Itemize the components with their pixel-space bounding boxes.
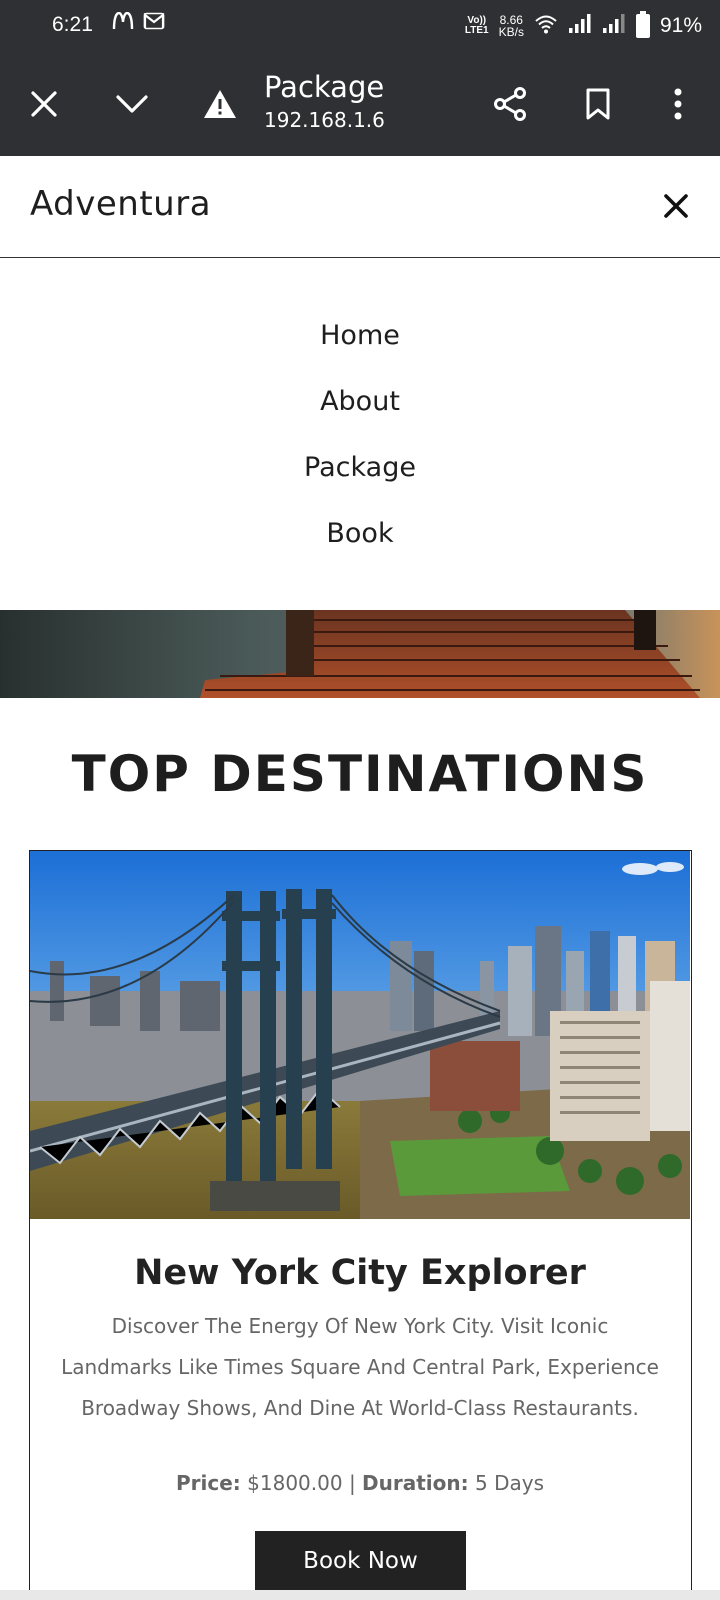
nav-item-book[interactable]: Book bbox=[0, 516, 720, 582]
book-now-button[interactable]: Book Now bbox=[255, 1531, 466, 1591]
battery-percent: 91% bbox=[659, 14, 702, 37]
volte-indicator: Vo)) LTE1 bbox=[464, 15, 489, 36]
site-header: Adventura bbox=[0, 156, 720, 258]
wifi-icon bbox=[534, 14, 558, 38]
browser-toolbar: Package 192.168.1.6 bbox=[0, 52, 720, 156]
nav-item-about[interactable]: About bbox=[0, 384, 720, 450]
battery-icon bbox=[635, 11, 650, 38]
nav-item-package[interactable]: Package bbox=[0, 450, 720, 516]
destination-card: New York City Explorer Discover The Ener… bbox=[29, 850, 692, 1600]
signal-icon-2 bbox=[602, 14, 626, 38]
chevron-down-icon[interactable] bbox=[110, 82, 154, 126]
status-time: 6:21 bbox=[52, 13, 93, 36]
warning-icon[interactable] bbox=[198, 82, 242, 126]
nav-menu: Home About Package Book bbox=[0, 318, 720, 582]
close-tab-icon[interactable] bbox=[22, 82, 66, 126]
card-title: New York City Explorer bbox=[134, 1253, 586, 1293]
mcdonalds-icon bbox=[112, 11, 134, 36]
brand-logo-text[interactable]: Adventura bbox=[30, 184, 211, 224]
bookmark-icon[interactable] bbox=[576, 82, 620, 126]
page-title: Package bbox=[264, 70, 385, 104]
close-menu-icon[interactable] bbox=[660, 190, 692, 222]
section-title: TOP DESTINATIONS bbox=[71, 745, 649, 803]
price-label: Price: bbox=[176, 1471, 241, 1495]
gesture-bar-area bbox=[0, 1590, 720, 1600]
network-speed: 8.66 KB/s bbox=[498, 13, 524, 39]
destination-image bbox=[30, 851, 690, 1219]
duration-value: 5 Days bbox=[468, 1471, 544, 1495]
url-host: 192.168.1.6 bbox=[264, 108, 385, 132]
price-value: $1800.00 | bbox=[240, 1471, 363, 1495]
status-bar: 6:21 Vo)) LTE1 8.66 KB/s 91% bbox=[0, 0, 720, 52]
share-icon[interactable] bbox=[488, 82, 532, 126]
more-options-icon[interactable] bbox=[656, 82, 700, 126]
card-description: Discover The Energy Of New York City. Vi… bbox=[61, 1314, 659, 1420]
hero-image bbox=[0, 610, 720, 698]
url-block[interactable]: Package 192.168.1.6 bbox=[264, 70, 385, 132]
card-meta: Price: $1800.00 | Duration: 5 Days bbox=[30, 1471, 690, 1495]
nav-item-home[interactable]: Home bbox=[0, 318, 720, 384]
duration-label: Duration: bbox=[362, 1471, 469, 1495]
signal-icon bbox=[568, 14, 592, 38]
gmail-icon bbox=[143, 12, 165, 36]
